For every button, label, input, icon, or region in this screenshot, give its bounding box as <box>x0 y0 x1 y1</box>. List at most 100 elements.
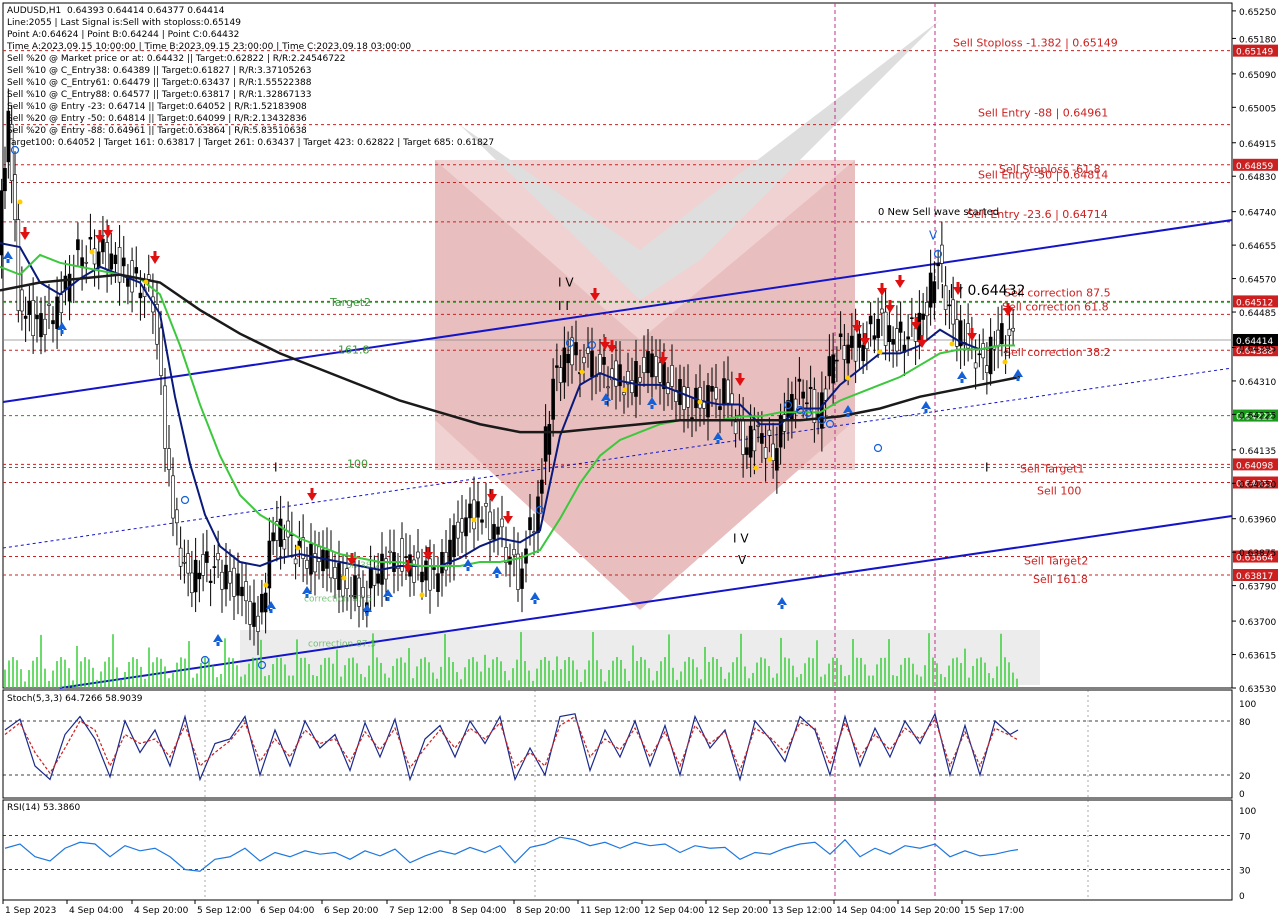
volume-bar <box>28 670 30 688</box>
info-line: Sell %10 @ C_Entry61: 0.64479 || Target:… <box>7 78 312 88</box>
candle-body <box>1000 323 1004 345</box>
volume-bar <box>580 681 582 688</box>
volume-bar <box>180 657 182 688</box>
volume-bar <box>544 657 546 688</box>
volume-bar <box>536 668 538 688</box>
volume-bar <box>728 672 730 688</box>
volume-bar <box>816 640 818 688</box>
volume-bar <box>384 673 386 688</box>
candle-body <box>658 362 662 383</box>
volume-bar <box>220 674 222 688</box>
stoploss-level-label: Sell Stoploss -1.382 | 0.65149 <box>953 37 1118 50</box>
candle-body <box>558 367 563 383</box>
candle-body <box>634 361 638 397</box>
volume-bar <box>956 657 958 688</box>
candle-body <box>913 327 918 342</box>
candle-body <box>876 318 880 338</box>
candle-body <box>205 551 209 563</box>
candle-body <box>763 447 768 459</box>
candle-body <box>846 344 850 364</box>
volume-bar <box>144 678 146 688</box>
osc-line-rsi <box>4 836 1019 872</box>
volume-bar <box>216 677 218 688</box>
faint-label: on 38.2 <box>346 561 380 571</box>
volume-bar <box>980 657 982 688</box>
candle-body <box>650 353 654 378</box>
signal-dot <box>17 199 23 205</box>
volume-bar <box>208 658 210 688</box>
candle-body <box>80 257 84 268</box>
candle-body <box>925 302 929 317</box>
volume-bar <box>112 634 114 688</box>
osc-tick-label: 20 <box>1239 772 1251 782</box>
candle-body <box>602 356 606 365</box>
volume-bar <box>892 675 894 688</box>
candle-body <box>456 521 460 539</box>
volume-bar <box>916 674 918 688</box>
candle-body <box>857 333 862 348</box>
volume-bar <box>128 661 130 688</box>
sell-arrow <box>20 227 30 240</box>
candle-body <box>767 429 772 436</box>
signal-dot <box>263 582 269 588</box>
volume-bar <box>160 658 162 688</box>
volume-bar <box>776 673 778 688</box>
candle-body <box>582 356 586 364</box>
sell100-level-label: Sell 100 <box>1037 485 1081 498</box>
volume-bar <box>16 660 18 688</box>
volume-bar <box>56 661 58 688</box>
candle-body <box>452 525 456 558</box>
volume-bar <box>184 658 186 688</box>
volume-bar <box>8 660 10 688</box>
volume-bar <box>152 662 154 688</box>
volume-bar <box>948 665 950 688</box>
volume-bar <box>364 677 366 688</box>
candle-body <box>267 540 272 589</box>
candle-body <box>500 518 504 528</box>
stoch-title: Stoch(5,3,3) 64.7266 58.9039 <box>7 694 143 704</box>
entry-50-level-label: Sell Entry -50 | 0.64814 <box>978 169 1108 182</box>
osc-tick-label: 30 <box>1239 867 1251 877</box>
price-tick-label: 0.64570 <box>1239 276 1276 286</box>
candle-body <box>146 274 151 280</box>
candle-body <box>748 425 753 458</box>
candle-body <box>710 385 714 392</box>
volume-bar <box>784 657 786 688</box>
time-tick-label: 5 Sep 12:00 <box>197 906 252 916</box>
info-line: Sell %10 @ Entry -23: 0.64714 || Target:… <box>7 102 307 112</box>
candle-body <box>317 546 321 562</box>
volume-bar <box>76 646 78 688</box>
candle-body <box>76 239 80 251</box>
volume-bar <box>72 680 74 688</box>
price-tick-label: 0.63790 <box>1239 583 1276 593</box>
sell-arrow <box>307 488 317 501</box>
candle-body <box>432 567 436 570</box>
candle-body <box>853 329 858 362</box>
volume-bar <box>572 660 574 688</box>
candle-body <box>476 501 480 518</box>
signal-dot <box>143 279 149 285</box>
wave-label: V <box>929 228 938 242</box>
candle-body <box>823 388 828 401</box>
volume-bar <box>256 658 258 688</box>
candle-body <box>232 567 236 597</box>
new-wave-label: 0 New Sell wave started <box>878 207 999 218</box>
volume-bar <box>972 665 974 688</box>
volume-bar <box>900 664 902 688</box>
volume-bar <box>272 664 274 688</box>
volume-bar <box>500 661 502 688</box>
signal-dot <box>89 249 95 255</box>
volume-bar <box>876 664 878 688</box>
candle-body <box>775 448 779 471</box>
osc-tick-label: 80 <box>1239 718 1251 728</box>
info-line: Sell %20 @ Market price or at: 0.64432 |… <box>7 54 346 64</box>
volume-bar <box>240 676 242 688</box>
time-tick-label: 1 Sep 2023 <box>5 906 56 916</box>
volume-bar <box>772 677 774 688</box>
candle-body <box>898 321 903 333</box>
volume-bar <box>844 676 846 688</box>
volume-bar <box>936 663 938 688</box>
candle-body <box>448 539 452 565</box>
candle-body <box>566 354 570 364</box>
time-tick-label: 14 Sep 20:00 <box>900 906 960 916</box>
